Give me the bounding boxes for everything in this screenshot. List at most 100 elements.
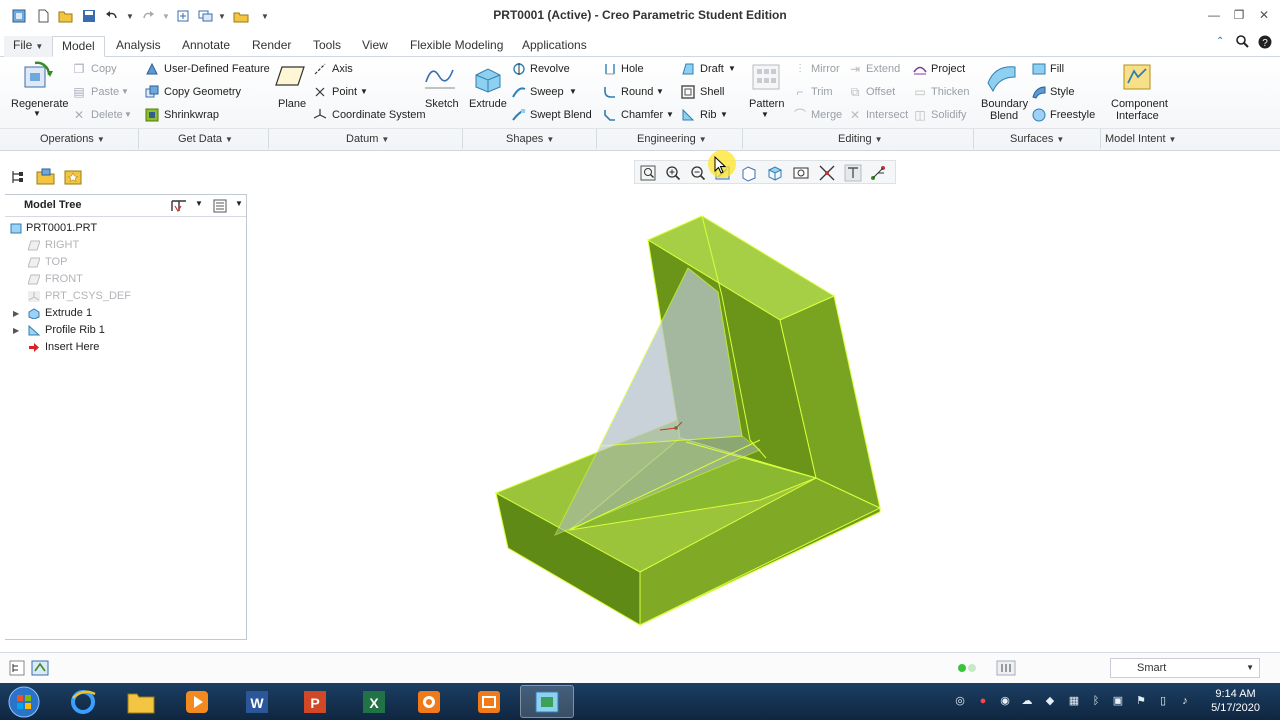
chamfer-label[interactable]: Chamfer [621, 109, 663, 121]
plane-label[interactable]: Plane [278, 98, 306, 110]
hole-icon[interactable] [603, 62, 617, 76]
tab-file[interactable]: File ▼ [4, 36, 53, 57]
component-interface-label-1[interactable]: Component [1111, 98, 1168, 110]
battery-icon[interactable]: ▯ [1156, 694, 1170, 708]
thicken-label[interactable]: Thicken [931, 86, 970, 98]
group-get-data[interactable]: Get Data ▼ [178, 133, 233, 145]
taskbar-word-icon[interactable]: W [230, 685, 284, 718]
plane-icon[interactable] [274, 63, 308, 95]
coordinate-system-label[interactable]: Coordinate System [332, 109, 426, 121]
shell-icon[interactable] [681, 85, 695, 99]
selection-filter-dropdown[interactable]: Smart ▼ [1110, 658, 1260, 678]
tab-tools[interactable]: Tools [304, 36, 350, 57]
offset-label[interactable]: Offset [866, 86, 895, 98]
swept-blend-label[interactable]: Swept Blend [530, 109, 592, 121]
start-button-icon[interactable] [6, 685, 42, 722]
extend-icon[interactable]: ⇥ [848, 62, 862, 76]
minimize-icon[interactable]: — [1203, 6, 1225, 24]
round-icon[interactable] [603, 85, 617, 99]
display-style-icon[interactable] [740, 164, 758, 182]
restore-icon[interactable]: ❐ [1228, 6, 1250, 24]
tree-settings-icon[interactable] [170, 198, 188, 217]
tab-annotate[interactable]: Annotate [173, 36, 239, 57]
tab-applications[interactable]: Applications [513, 36, 596, 57]
component-interface-label-2[interactable]: Interface [1116, 110, 1159, 122]
bluetooth-icon[interactable]: ᛒ [1089, 694, 1103, 708]
chevron-down-icon[interactable]: ▼ [720, 110, 728, 119]
taskbar-powerpoint-icon[interactable]: P [288, 685, 342, 718]
group-datum[interactable]: Datum ▼ [346, 133, 389, 145]
point-icon[interactable] [313, 85, 327, 99]
draft-label[interactable]: Draft [700, 63, 724, 75]
tray-onedrive-icon[interactable]: ☁ [1020, 694, 1034, 708]
tab-model[interactable]: Model [52, 36, 105, 57]
group-operations[interactable]: Operations ▼ [40, 133, 105, 145]
copy-icon[interactable]: ❐ [72, 62, 86, 76]
group-shapes[interactable]: Shapes ▼ [506, 133, 554, 145]
tray-chrome-icon[interactable]: ◉ [998, 694, 1012, 708]
swept-blend-icon[interactable] [512, 108, 526, 122]
tree-item-part[interactable]: PRT0001.PRT [5, 220, 245, 237]
chevron-down-icon[interactable]: ▼ [761, 110, 769, 119]
system-clock[interactable]: 9:14 AM 5/17/2020 [1211, 687, 1260, 715]
tree-show-dropdown-icon[interactable]: ▼ [235, 199, 243, 208]
taskbar-file-explorer-icon[interactable] [114, 685, 168, 718]
regenerate-icon[interactable] [21, 61, 55, 93]
extrude-icon[interactable] [470, 61, 504, 93]
paste-label[interactable]: Paste [91, 86, 119, 98]
zoom-out-icon[interactable] [689, 164, 707, 182]
taskbar-media-player-icon[interactable] [170, 685, 224, 718]
shrinkwrap-label[interactable]: Shrinkwrap [164, 109, 219, 121]
find-icon[interactable] [996, 659, 1016, 680]
delete-icon[interactable]: ✕ [72, 108, 86, 122]
tree-show-icon[interactable] [212, 198, 228, 217]
copy-geometry-icon[interactable] [145, 85, 159, 99]
project-icon[interactable] [913, 62, 927, 76]
tree-item-datum-top[interactable]: TOP [5, 254, 245, 271]
merge-label[interactable]: Merge [811, 109, 842, 121]
chevron-down-icon[interactable]: ▼ [121, 87, 129, 96]
boundary-blend-label-1[interactable]: Boundary [981, 98, 1028, 110]
perspective-view-icon[interactable] [818, 164, 836, 182]
show-browser-icon[interactable] [31, 660, 49, 679]
coordinate-system-icon[interactable] [313, 108, 327, 122]
saved-orientations-icon[interactable] [766, 164, 784, 182]
tab-analysis[interactable]: Analysis [107, 36, 170, 57]
tray-recorder-icon[interactable]: ● [976, 694, 990, 708]
part-model-graphic[interactable] [460, 200, 920, 640]
intersect-label[interactable]: Intersect [866, 109, 908, 121]
sketch-icon[interactable] [423, 62, 457, 94]
trim-label[interactable]: Trim [811, 86, 833, 98]
expand-icon[interactable]: ▶ [13, 305, 19, 322]
group-engineering[interactable]: Engineering ▼ [637, 133, 707, 145]
view-manager-icon[interactable] [792, 164, 810, 182]
tree-item-datum-front[interactable]: FRONT [5, 271, 245, 288]
boundary-blend-icon[interactable] [985, 61, 1019, 93]
group-surfaces[interactable]: Surfaces ▼ [1010, 133, 1064, 145]
udf-icon[interactable] [145, 62, 159, 76]
shell-label[interactable]: Shell [700, 86, 724, 98]
fill-label[interactable]: Fill [1050, 63, 1064, 75]
fill-icon[interactable] [1032, 62, 1046, 76]
chevron-down-icon[interactable]: ▼ [569, 87, 577, 96]
chevron-down-icon[interactable]: ▼ [666, 110, 674, 119]
sweep-icon[interactable] [512, 85, 526, 99]
chevron-down-icon[interactable]: ▼ [656, 87, 664, 96]
help-icon[interactable]: ? [1258, 35, 1272, 52]
intersect-icon[interactable]: ✕ [848, 108, 862, 122]
extrude-label[interactable]: Extrude [469, 98, 507, 110]
component-interface-icon[interactable] [1120, 61, 1154, 93]
thicken-icon[interactable]: ▭ [913, 85, 927, 99]
taskbar-creo-icon[interactable] [520, 685, 574, 718]
mirror-icon[interactable]: ⫶ [793, 62, 807, 76]
extend-label[interactable]: Extend [866, 63, 900, 75]
tree-item-insert-here[interactable]: Insert Here [5, 339, 245, 356]
taskbar-screen-capture-icon[interactable] [462, 685, 516, 718]
annotation-display-icon[interactable] [869, 164, 887, 182]
freestyle-icon[interactable] [1032, 108, 1046, 122]
style-label[interactable]: Style [1050, 86, 1074, 98]
datum-display-filters-icon[interactable] [844, 164, 862, 182]
copy-label[interactable]: Copy [91, 63, 117, 75]
rib-label[interactable]: Rib [700, 109, 717, 121]
tab-flexible-modeling[interactable]: Flexible Modeling [401, 36, 512, 57]
